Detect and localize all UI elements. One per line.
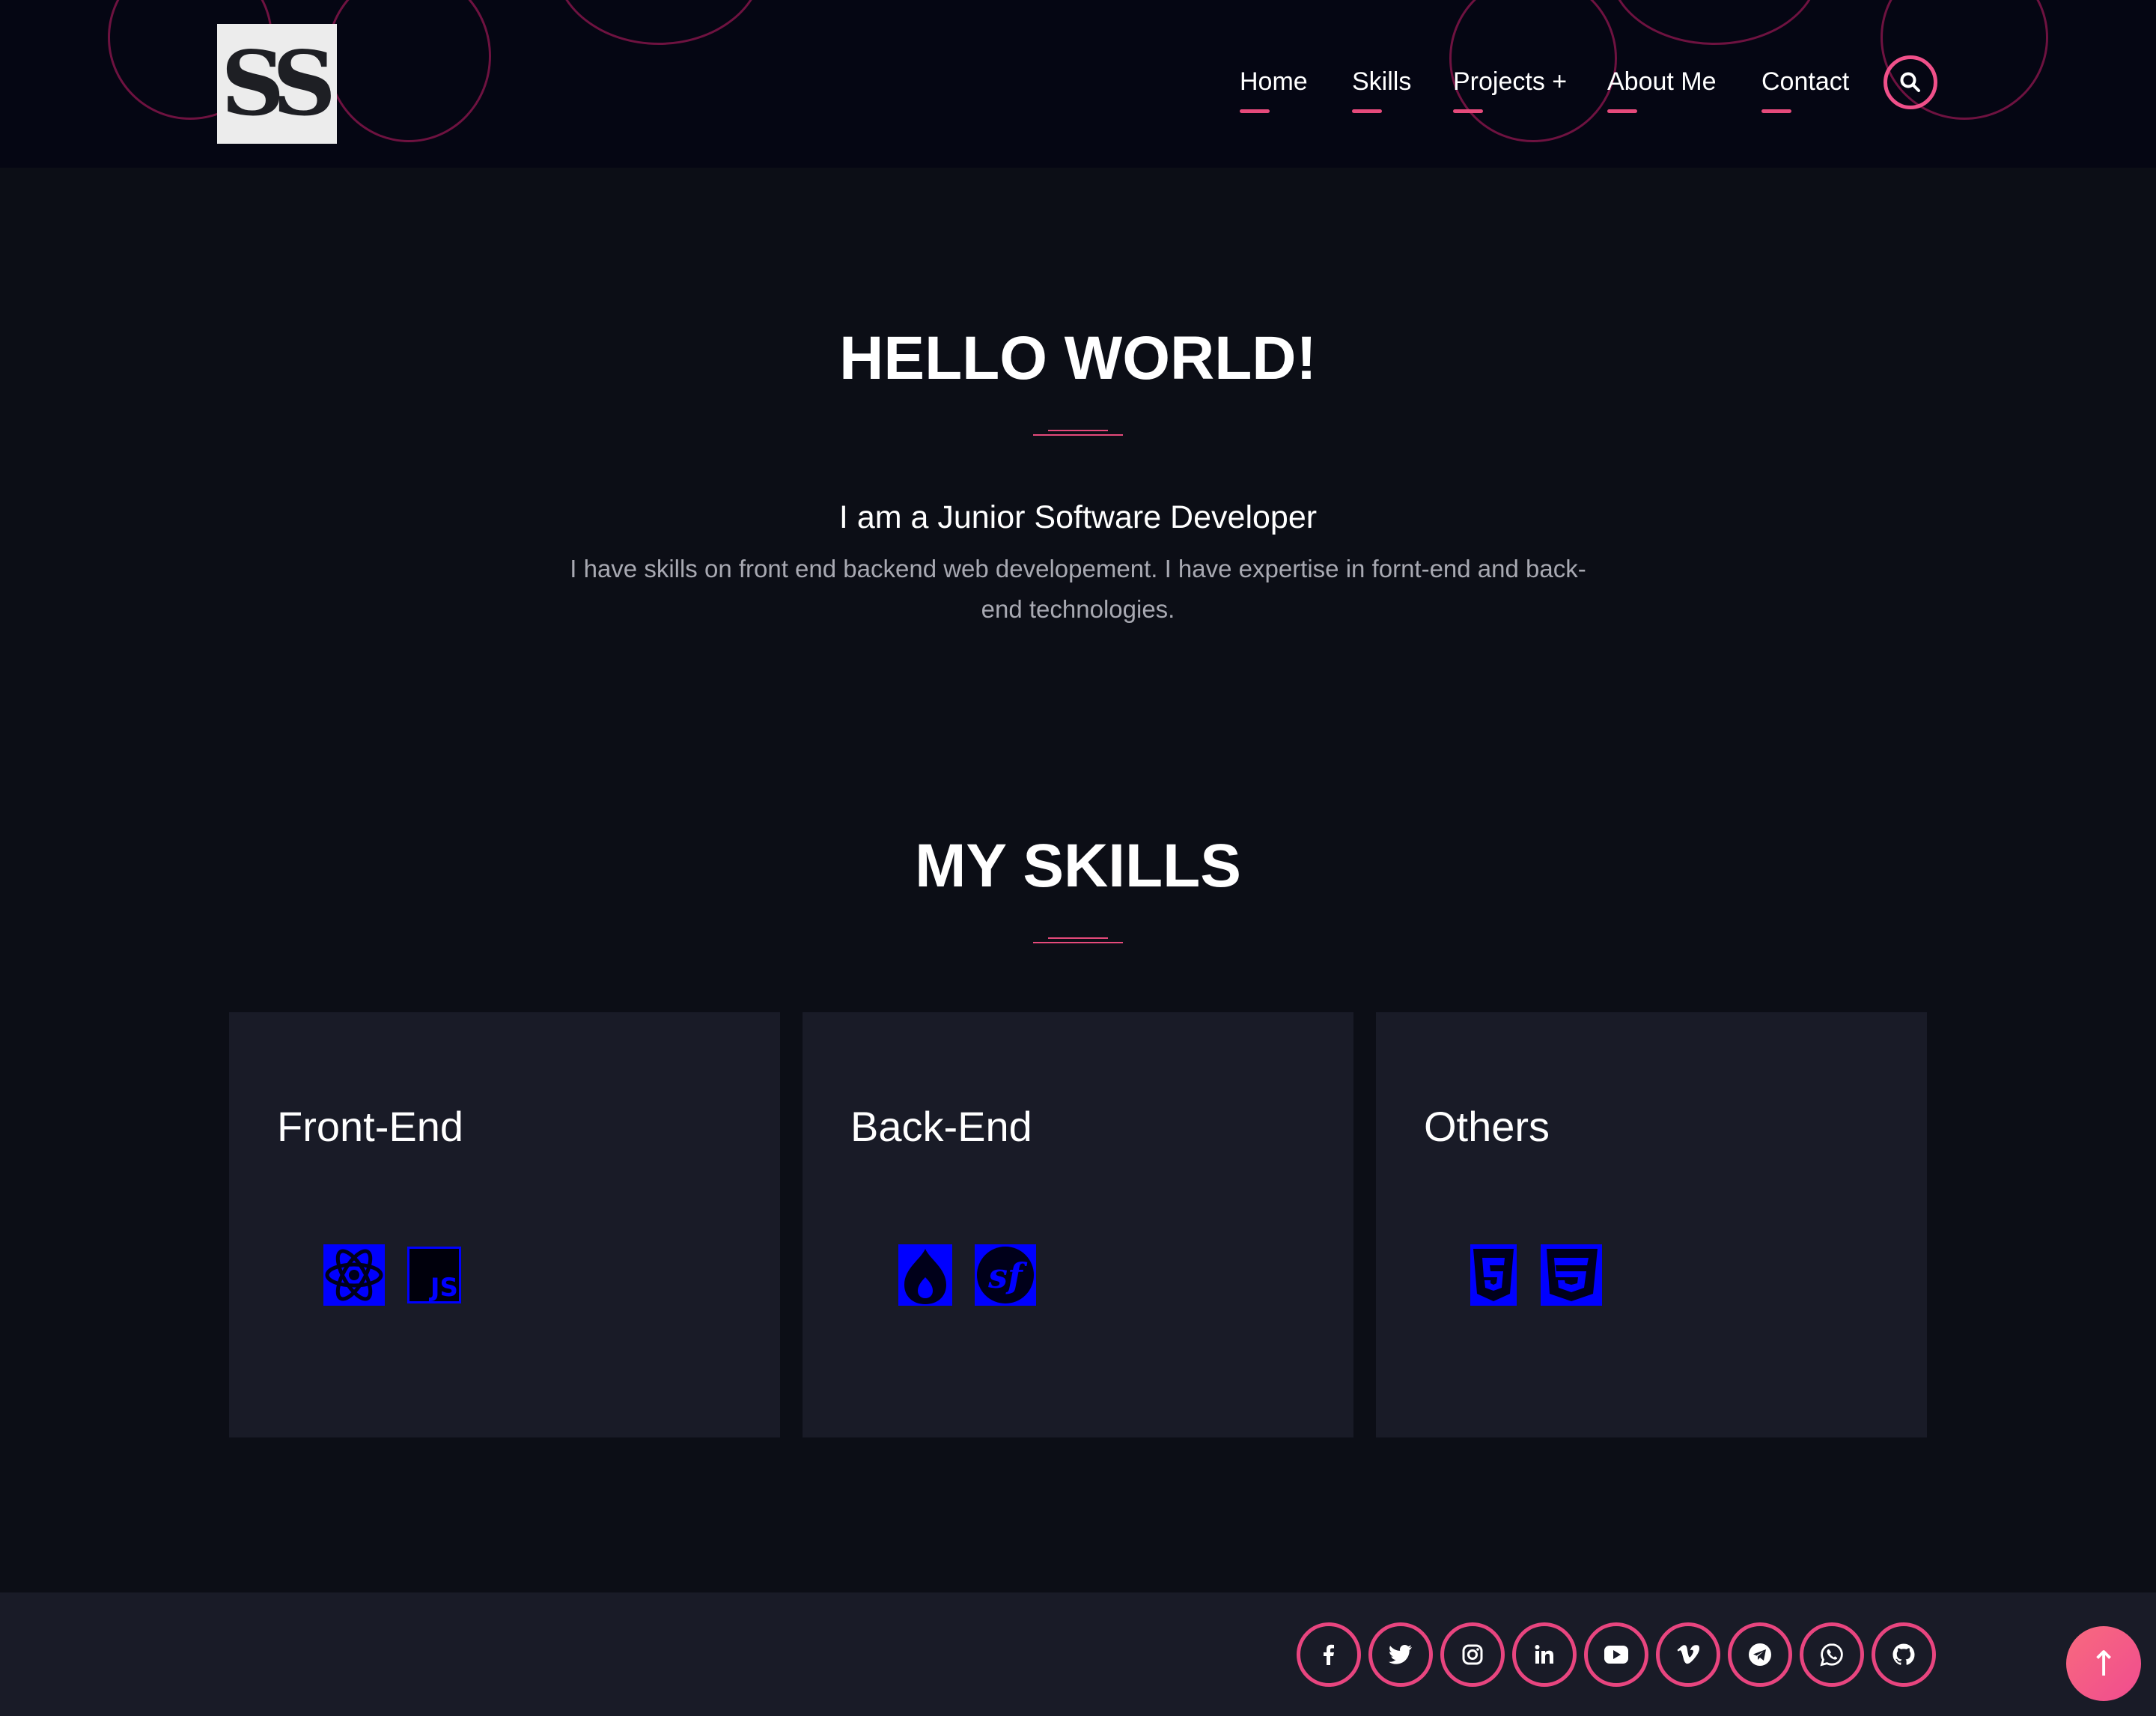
hero-subtitle: I am a Junior Software Developer [838, 499, 1318, 535]
telegram-icon [1749, 1643, 1771, 1666]
svg-text:JS: JS [429, 1273, 458, 1303]
skill-card-back-end: Back-End sf [803, 1012, 1353, 1437]
github-icon [1892, 1643, 1915, 1665]
skill-card-title: Others [1424, 1103, 1550, 1150]
skills-title: MY SKILLS [915, 832, 1241, 900]
nav-projects[interactable]: Projects + [1453, 67, 1567, 113]
hero-title: HELLO WORLD! [839, 324, 1317, 392]
whatsapp-link[interactable] [1800, 1622, 1864, 1687]
facebook-link[interactable] [1297, 1622, 1361, 1687]
whatsapp-icon [1820, 1643, 1843, 1667]
site-logo[interactable]: SS [217, 24, 337, 144]
instagram-icon [1462, 1644, 1483, 1665]
twitter-icon [1389, 1645, 1412, 1664]
nav-home[interactable]: Home [1240, 67, 1308, 113]
decorative-circle [1610, 0, 1819, 45]
html5-icon [1470, 1244, 1517, 1306]
react-icon [323, 1244, 385, 1306]
decorative-circle [554, 0, 764, 45]
vimeo-link[interactable] [1656, 1622, 1720, 1687]
youtube-icon [1604, 1646, 1628, 1664]
telegram-link[interactable] [1728, 1622, 1792, 1687]
drupal-icon [898, 1244, 952, 1306]
vimeo-icon [1677, 1645, 1700, 1664]
hero-title-divider [1033, 430, 1123, 436]
facebook-icon [1324, 1644, 1334, 1665]
decorative-circle [326, 0, 491, 142]
css3-icon [1541, 1244, 1602, 1306]
site-header: SS Home Skills Projects + About Me Conta… [0, 0, 2156, 168]
skills-title-divider [1033, 937, 1123, 943]
twitter-link[interactable] [1368, 1622, 1433, 1687]
linkedin-icon [1535, 1645, 1553, 1664]
nav-about-me[interactable]: About Me [1607, 67, 1717, 113]
logo-text: SS [221, 31, 336, 136]
skill-card-front-end: Front-End JS [229, 1012, 780, 1437]
github-link[interactable] [1872, 1622, 1936, 1687]
arrow-up-icon: ↑ [2089, 1643, 2119, 1684]
linkedin-link[interactable] [1512, 1622, 1577, 1687]
back-to-top-button[interactable]: ↑ [2066, 1626, 2141, 1701]
skill-card-others: Others [1376, 1012, 1927, 1437]
hero-description: I have skills on front end backend web d… [570, 555, 1586, 623]
svg-text:sf: sf [987, 1256, 1028, 1296]
youtube-link[interactable] [1584, 1622, 1648, 1687]
skill-card-title: Front-End [277, 1103, 463, 1150]
skill-card-title: Back-End [850, 1103, 1032, 1150]
symfony-icon: sf [975, 1244, 1036, 1306]
nav-contact[interactable]: Contact [1761, 67, 1849, 113]
search-button[interactable] [1884, 55, 1937, 109]
nav-skills[interactable]: Skills [1352, 67, 1411, 113]
instagram-link[interactable] [1440, 1622, 1505, 1687]
search-icon [1900, 72, 1920, 92]
site-footer [0, 1592, 2156, 1716]
javascript-icon: JS [407, 1247, 461, 1303]
